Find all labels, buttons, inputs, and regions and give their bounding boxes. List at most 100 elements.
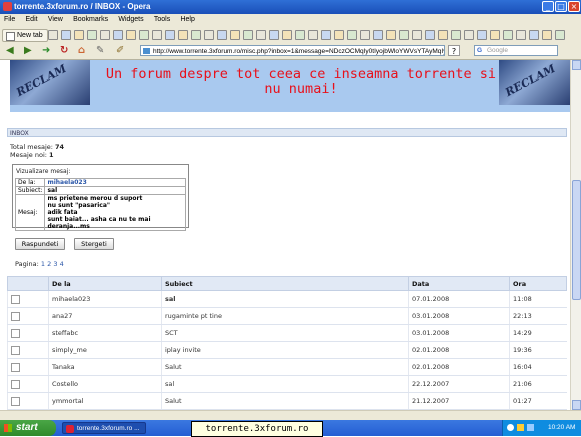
toolbar-bookmark-icon[interactable] — [451, 30, 461, 40]
toolbar-bookmark-icon[interactable] — [113, 30, 123, 40]
row-checkbox[interactable] — [11, 396, 20, 406]
row-checkbox[interactable] — [11, 328, 20, 338]
toolbar-bookmark-icon[interactable] — [412, 30, 422, 40]
ad-image-right[interactable]: RECLAM — [499, 60, 570, 105]
menu-help[interactable]: Help — [176, 14, 198, 23]
help-icon[interactable]: ? — [448, 45, 460, 56]
page-link-1[interactable]: 1 — [41, 260, 45, 268]
delete-button[interactable]: Stergeti — [74, 238, 114, 250]
menu-bookmarks[interactable]: Bookmarks — [69, 14, 112, 23]
toolbar-bookmark-icon[interactable] — [139, 30, 149, 40]
row-checkbox[interactable] — [11, 294, 20, 304]
page-link-3[interactable]: 3 — [53, 260, 57, 268]
toolbar-bookmark-icon[interactable] — [464, 30, 474, 40]
toolbar-bookmark-icon[interactable] — [360, 30, 370, 40]
toolbar-bookmark-icon[interactable] — [256, 30, 266, 40]
toolbar-bookmark-icon[interactable] — [490, 30, 500, 40]
vertical-scrollbar[interactable] — [570, 60, 581, 410]
toolbar-bookmark-icon[interactable] — [61, 30, 71, 40]
back-icon[interactable]: ◀ — [6, 46, 14, 56]
toolbar-bookmark-icon[interactable] — [477, 30, 487, 40]
row-from[interactable]: steffabc — [48, 324, 162, 342]
search-input[interactable]: Google — [474, 45, 558, 56]
toolbar-bookmark-icon[interactable] — [295, 30, 305, 40]
toolbar-bookmark-icon[interactable] — [152, 30, 162, 40]
toolbar-bookmark-icon[interactable] — [529, 30, 539, 40]
minimize-button[interactable]: _ — [542, 1, 554, 12]
forward-alt-icon[interactable]: ➜ — [42, 46, 50, 56]
toolbar-bookmark-icon[interactable] — [191, 30, 201, 40]
row-subject[interactable]: iplay invite — [161, 341, 409, 359]
toolbar-bookmark-icon[interactable] — [243, 30, 253, 40]
row-subject[interactable]: rugaminte pt tine — [161, 307, 409, 325]
row-checkbox[interactable] — [11, 311, 20, 321]
toolbar-bookmark-icon[interactable] — [48, 30, 58, 40]
volume-icon[interactable] — [517, 424, 524, 431]
row-from[interactable]: ymmortal — [48, 392, 162, 410]
row-checkbox[interactable] — [11, 362, 20, 372]
row-subject[interactable]: SCT — [161, 324, 409, 342]
row-subject[interactable]: Salut — [161, 392, 409, 410]
new-tab-button[interactable]: New tab — [2, 29, 48, 42]
toolbar-bookmark-icon[interactable] — [542, 30, 552, 40]
table-row[interactable]: Costello sal 22.12.2007 21:06 — [7, 375, 567, 393]
toolbar-bookmark-icon[interactable] — [178, 30, 188, 40]
toolbar-bookmark-icon[interactable] — [165, 30, 175, 40]
toolbar-bookmark-icon[interactable] — [347, 30, 357, 40]
toolbar-bookmark-icon[interactable] — [269, 30, 279, 40]
table-row[interactable]: ymmortal Salut 21.12.2007 01:27 — [7, 392, 567, 410]
toolbar-bookmark-icon[interactable] — [282, 30, 292, 40]
menu-widgets[interactable]: Widgets — [114, 14, 147, 23]
table-row[interactable]: ana27 rugaminte pt tine 03.01.2008 22:13 — [7, 307, 567, 325]
tray-app-icon[interactable] — [527, 424, 534, 431]
page-link-2[interactable]: 2 — [47, 260, 51, 268]
toolbar-bookmark-icon[interactable] — [308, 30, 318, 40]
table-row[interactable]: Tanaka Salut 02.01.2008 16:04 — [7, 358, 567, 376]
ad-image-left[interactable]: RECLAM — [10, 60, 90, 105]
toolbar-bookmark-icon[interactable] — [399, 30, 409, 40]
menu-file[interactable]: File — [0, 14, 19, 23]
close-button[interactable]: × — [568, 1, 580, 12]
row-from[interactable]: Costello — [48, 375, 162, 393]
row-checkbox[interactable] — [11, 379, 20, 389]
toolbar-bookmark-icon[interactable] — [126, 30, 136, 40]
scrollbar-thumb[interactable] — [572, 180, 581, 300]
network-icon[interactable] — [507, 424, 514, 431]
row-from[interactable]: mihaela023 — [48, 290, 162, 308]
toolbar-bookmark-icon[interactable] — [74, 30, 84, 40]
menu-edit[interactable]: Edit — [22, 14, 42, 23]
toolbar-bookmark-icon[interactable] — [100, 30, 110, 40]
scroll-down-button[interactable] — [572, 400, 581, 410]
toolbar-bookmark-icon[interactable] — [373, 30, 383, 40]
toolbar-bookmark-icon[interactable] — [386, 30, 396, 40]
toolbar-bookmark-icon[interactable] — [334, 30, 344, 40]
forward-icon[interactable]: ▶ — [24, 46, 32, 56]
row-subject[interactable]: sal — [161, 290, 409, 308]
toolbar-bookmark-icon[interactable] — [230, 30, 240, 40]
page-link-4[interactable]: 4 — [60, 260, 64, 268]
row-from[interactable]: ana27 — [48, 307, 162, 325]
toolbar-bookmark-icon[interactable] — [555, 30, 565, 40]
maximize-button[interactable]: □ — [555, 1, 567, 12]
reply-button[interactable]: Raspundeti — [15, 238, 65, 250]
start-button[interactable]: start — [0, 420, 56, 436]
wand-icon[interactable]: ✎ — [96, 46, 104, 56]
table-row[interactable]: simply_me iplay invite 02.01.2008 19:36 — [7, 341, 567, 359]
toolbar-bookmark-icon[interactable] — [204, 30, 214, 40]
taskbar-opera-window[interactable]: torrente.3xforum.ro ... — [62, 422, 146, 434]
table-row[interactable]: mihaela023 sal 07.01.2008 11:08 — [7, 290, 567, 308]
menu-tools[interactable]: Tools — [150, 14, 174, 23]
row-from[interactable]: Tanaka — [48, 358, 162, 376]
edit-icon[interactable]: ✐ — [116, 46, 124, 56]
row-from[interactable]: simply_me — [48, 341, 162, 359]
row-subject[interactable]: sal — [161, 375, 409, 393]
toolbar-bookmark-icon[interactable] — [503, 30, 513, 40]
scroll-up-button[interactable] — [572, 60, 581, 70]
row-subject[interactable]: Salut — [161, 358, 409, 376]
reload-icon[interactable]: ↻ — [60, 46, 68, 56]
toolbar-bookmark-icon[interactable] — [438, 30, 448, 40]
address-input[interactable]: http://www.torrente.3xforum.ro/misc.php?… — [140, 45, 445, 56]
menu-view[interactable]: View — [44, 14, 67, 23]
row-checkbox[interactable] — [11, 345, 20, 355]
home-icon[interactable]: ⌂ — [78, 46, 85, 56]
